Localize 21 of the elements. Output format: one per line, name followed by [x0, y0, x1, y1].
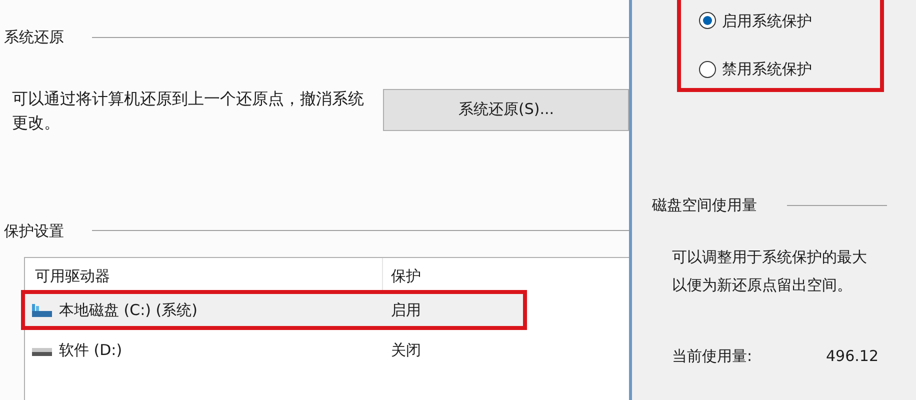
table-cell-text: 关闭 [390, 340, 421, 361]
table-cell-text: 本地磁盘 (C:) (系统) [59, 300, 198, 321]
system-restore-button[interactable]: 系统还原(S)... [383, 88, 629, 130]
table-cell-text: 软件 (D:) [59, 340, 122, 361]
description-text: 以便为新还原点留出空间。 [672, 274, 853, 296]
drive-icon [31, 302, 53, 318]
radio-button[interactable] [699, 60, 716, 78]
description-text: 可以调整用于系统保护的最大 [672, 246, 868, 268]
radio-button[interactable] [699, 12, 716, 30]
option-label: 禁用系统保护 [722, 59, 812, 80]
description-text: 可以通过将计算机还原到上一个还原点，撤消系统更改。 [12, 88, 365, 134]
section-heading: 磁盘空间使用量 [652, 195, 757, 216]
table-row[interactable]: 本地磁盘 (C:) (系统) 启用 [25, 294, 523, 326]
table-row[interactable]: 软件 (D:) 关闭 [25, 334, 523, 366]
table-cell-text: 启用 [390, 300, 421, 321]
usage-value: 496.12 [826, 346, 878, 366]
column-header[interactable]: 保护 [383, 258, 421, 294]
option-label: 启用系统保护 [722, 10, 812, 32]
section-heading: 系统还原 [4, 27, 64, 48]
usage-label: 当前使用量: [672, 346, 754, 366]
section-heading: 保护设置 [4, 220, 64, 242]
